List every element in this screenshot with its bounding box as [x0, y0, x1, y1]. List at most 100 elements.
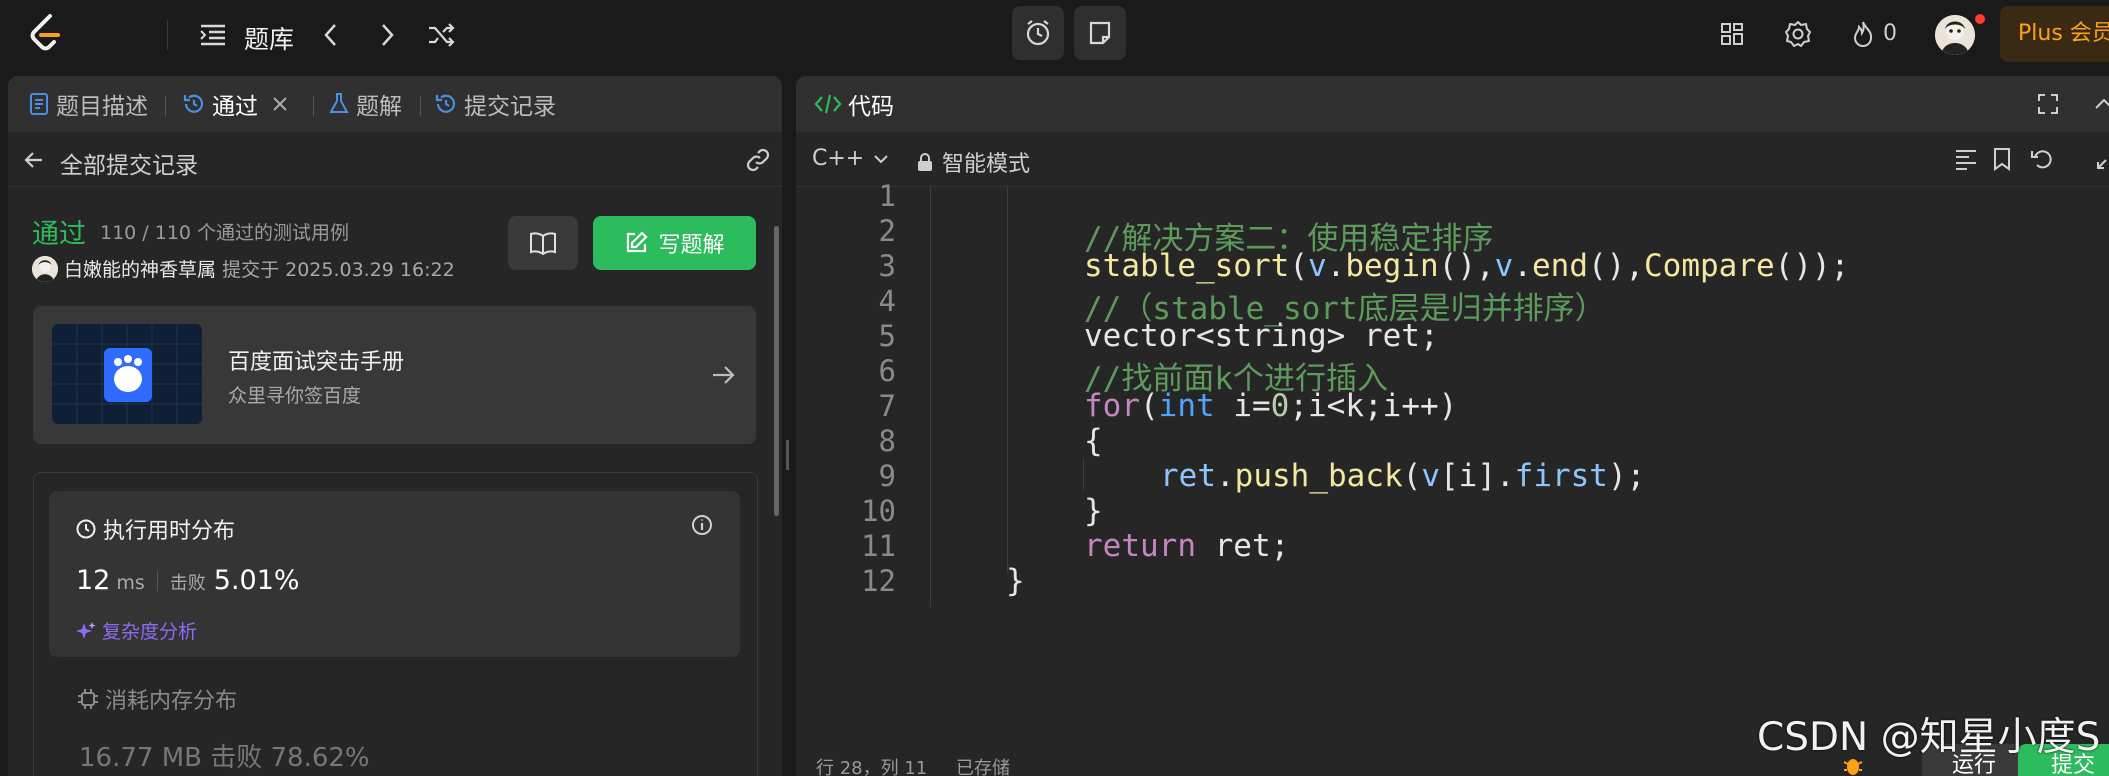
flask-icon: [329, 93, 349, 113]
code-editor[interactable]: 1 2 3 4 5 6 7 8 9 10 11 12 //解决方案二：使用稳定排…: [796, 179, 2109, 776]
code-token: (: [1289, 248, 1308, 284]
language-label: C++: [812, 146, 865, 171]
memory-heading[interactable]: 消耗内存分布: [77, 683, 237, 715]
tab-code-label: 代码: [848, 94, 894, 120]
code-token: ret;: [1195, 528, 1290, 564]
gear-icon[interactable]: [1782, 18, 1814, 50]
language-select[interactable]: C++: [812, 146, 890, 171]
csdn-watermark: CSDN @知星小度S: [1757, 715, 2101, 760]
status-accepted: 通过: [32, 219, 86, 250]
book-open-icon: [530, 232, 556, 256]
sparkle-icon: [76, 621, 96, 639]
tab-separator: [420, 96, 421, 116]
ad-card[interactable]: 百度面试突击手册 众里寻你签百度: [33, 306, 756, 444]
ad-subtitle: 众里寻你签百度: [228, 385, 362, 407]
line-number: 8: [878, 424, 896, 458]
leetcode-logo-icon[interactable]: [26, 14, 64, 54]
view-note-button[interactable]: [508, 216, 578, 270]
info-icon[interactable]: [690, 513, 714, 537]
line-number: 1: [878, 179, 896, 213]
layout-icon[interactable]: [1716, 18, 1748, 50]
line-number: 3: [878, 249, 896, 283]
line-number: 9: [878, 459, 896, 493]
code-line: return ret;: [1084, 528, 1289, 564]
tab-description[interactable]: 题目描述: [28, 88, 148, 120]
runtime-unit: ms: [116, 572, 145, 594]
submitter-info: 白嫩能的神香草属 提交于 2025.03.29 16:22: [64, 255, 455, 282]
code-panel: 代码 C++ 智能模式 1 2 3 4 5 6 7 8 9 10 11 12 /…: [796, 76, 2109, 776]
write-solution-label: 写题解: [658, 233, 725, 258]
write-solution-button[interactable]: 写题解: [593, 216, 756, 270]
reset-icon[interactable]: [2029, 146, 2055, 172]
format-icon[interactable]: [1953, 146, 1979, 172]
problemset-title[interactable]: 题库: [244, 20, 294, 56]
alarm-clock-icon: [1026, 20, 1050, 46]
code-token: return: [1084, 528, 1196, 564]
avatar: [32, 256, 58, 282]
baidu-ad-image: [52, 324, 202, 424]
indent-guide: [930, 187, 931, 607]
code-line: ret.push_back(v[i].first);: [1160, 458, 1646, 494]
shuffle-icon[interactable]: [426, 20, 456, 50]
username[interactable]: 白嫩能的神香草属: [64, 259, 216, 281]
code-line: }: [1006, 563, 1025, 599]
left-panel: 题目描述 通过 题解 提交记录 全部提交记录 通过 110 / 110 个通过的…: [8, 76, 782, 776]
expand-icon[interactable]: [2094, 146, 2109, 172]
editor-toolbar: C++ 智能模式: [796, 132, 2109, 187]
divider: [156, 570, 158, 591]
code-line: {: [1084, 423, 1103, 459]
indent-guide: [1083, 459, 1084, 491]
line-number: 7: [878, 389, 896, 423]
tab-solutions[interactable]: 题解: [328, 88, 402, 120]
chip-icon: [78, 689, 98, 709]
smart-mode-toggle[interactable]: 智能模式: [916, 146, 1030, 178]
timer-button[interactable]: [1012, 6, 1064, 60]
close-icon[interactable]: [270, 94, 290, 114]
stats-container: 执行用时分布 12 ms 击败 5.01% 复杂度分析 消耗内存分布 16.77…: [33, 472, 758, 776]
runtime-heading: 执行用时分布: [75, 513, 235, 545]
fullscreen-icon[interactable]: [2036, 92, 2060, 116]
line-number: 5: [878, 319, 896, 353]
streak-count: 0: [1883, 21, 1897, 46]
clock-icon: [76, 519, 96, 539]
notification-dot: [1975, 14, 1985, 24]
flame-icon[interactable]: [1847, 18, 1879, 50]
tab-code[interactable]: 代码: [814, 88, 894, 120]
complexity-label: 复杂度分析: [102, 621, 198, 643]
line-number: 6: [878, 354, 896, 388]
code-line: stable_sort(v.begin(),v.end(),Compare())…: [1084, 248, 1850, 284]
all-submissions-link[interactable]: 全部提交记录: [60, 146, 198, 180]
history-icon: [183, 94, 204, 113]
arrow-right-icon[interactable]: [708, 360, 738, 390]
code-tab-bar: 代码: [796, 76, 2109, 132]
runtime-card[interactable]: 执行用时分布 12 ms 击败 5.01% 复杂度分析: [49, 491, 740, 657]
left-tab-bar: 题目描述 通过 题解 提交记录: [8, 76, 782, 132]
tab-submissions[interactable]: 提交记录: [434, 88, 556, 120]
runtime-value-row: 12 ms 击败 5.01%: [76, 565, 300, 596]
chevron-left-icon[interactable]: [316, 20, 346, 50]
tab-accepted[interactable]: 通过: [182, 88, 296, 120]
line-number: 2: [878, 214, 896, 248]
collapse-icon[interactable]: [2092, 92, 2109, 116]
code-line: for(int i=0;i<k;i++): [1084, 388, 1458, 424]
tab-label: 通过: [212, 94, 258, 120]
bookmark-icon[interactable]: [1989, 146, 2015, 172]
plus-member-button[interactable]: Plus 会员: [2000, 6, 2109, 62]
complexity-analysis-link[interactable]: 复杂度分析: [76, 617, 197, 644]
arrow-left-icon[interactable]: [22, 148, 46, 172]
submit-time: 提交于 2025.03.29 16:22: [222, 259, 455, 281]
scrollbar[interactable]: [774, 226, 779, 516]
tab-label: 题解: [356, 94, 402, 120]
beats-value: 5.01%: [213, 565, 300, 596]
runtime-heading-label: 执行用时分布: [103, 519, 236, 544]
test-cases-count: 110 / 110 个通过的测试用例: [100, 222, 350, 244]
avatar[interactable]: [1935, 15, 1975, 55]
link-icon[interactable]: [744, 148, 772, 172]
indent-guide: [1007, 187, 1008, 572]
line-number: 11: [861, 529, 896, 563]
panel-resize-handle[interactable]: [786, 440, 789, 470]
chevron-right-icon[interactable]: [372, 20, 402, 50]
saved-status: 已存储: [956, 758, 1010, 776]
list-icon[interactable]: [198, 20, 228, 50]
notes-button[interactable]: [1074, 6, 1126, 60]
